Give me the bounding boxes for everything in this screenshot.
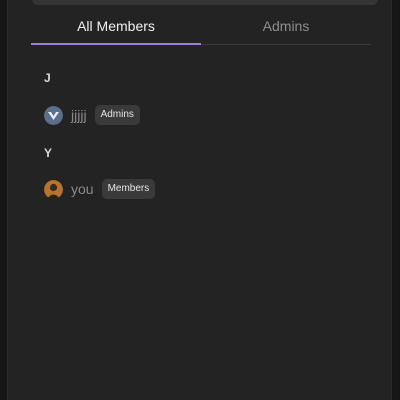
members-panel: All Members Admins J jjjjj Admins Y you … [7,0,392,400]
role-badge: Members [101,179,156,199]
section-header-y: Y [44,146,53,160]
person-photo-avatar-icon [44,179,63,199]
member-row-jjjjj[interactable]: jjjjj Admins [44,103,140,127]
tab-all-members[interactable]: All Members [31,8,201,45]
member-name: you [71,181,94,197]
member-row-you[interactable]: you Members [44,177,156,201]
background-left [0,0,7,400]
member-name: jjjjj [71,107,87,123]
role-badge: Admins [94,105,140,125]
member-tabs: All Members Admins [31,8,371,45]
section-header-j: J [44,71,51,85]
search-bar[interactable] [32,0,378,5]
v-logo-avatar-icon [44,105,63,125]
background-right [393,0,400,400]
tab-admins[interactable]: Admins [201,8,371,44]
